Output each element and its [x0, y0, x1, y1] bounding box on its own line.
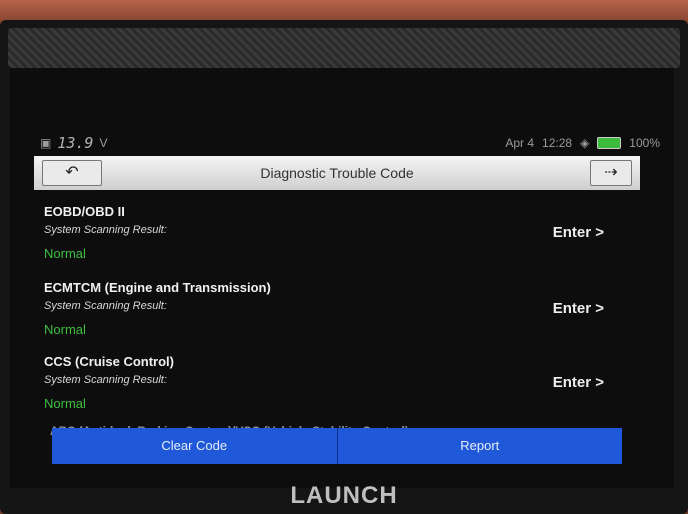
system-status: Normal — [44, 396, 86, 411]
enter-button[interactable]: Enter > — [553, 300, 604, 317]
time-text: 12:28 — [542, 136, 573, 150]
page-title: Diagnostic Trouble Code — [260, 165, 414, 181]
report-button[interactable]: Report — [338, 428, 623, 464]
enter-button[interactable]: Enter > — [553, 374, 604, 391]
clear-code-button[interactable]: Clear Code — [52, 428, 337, 464]
system-subtitle: System Scanning Result: — [44, 300, 167, 312]
action-bar: Clear Code Report — [52, 428, 622, 464]
list-item-ecmtcm[interactable]: ECMTCM (Engine and Transmission) System … — [44, 280, 634, 337]
exit-icon: ⇢ — [604, 164, 618, 181]
system-name: ECMTCM (Engine and Transmission) — [44, 280, 271, 295]
system-name: CCS (Cruise Control) — [44, 354, 174, 369]
car-battery-icon: ▣ — [40, 136, 52, 150]
enter-button[interactable]: Enter > — [553, 224, 604, 241]
system-status: Normal — [44, 322, 86, 337]
status-right: Apr 4 12:28 ◈ 100% — [505, 136, 660, 150]
voltage-unit: V — [99, 136, 108, 150]
brand-logo: LAUNCH — [290, 482, 398, 509]
battery-percent: 100% — [629, 136, 660, 150]
date-text: Apr 4 — [505, 136, 535, 150]
system-name: EOBD/OBD II — [44, 204, 125, 219]
system-status: Normal — [44, 246, 86, 261]
status-left: ▣ 13.9 V — [40, 134, 107, 152]
battery-icon — [597, 137, 622, 149]
title-bar: ↶ Diagnostic Trouble Code ⇢ — [34, 156, 640, 190]
wifi-icon: ◈ — [580, 136, 590, 150]
list-item-eobd[interactable]: EOBD/OBD II System Scanning Result: Norm… — [44, 204, 634, 261]
system-subtitle: System Scanning Result: — [44, 374, 167, 386]
speaker-grille — [8, 28, 680, 68]
voltage-value: 13.9 — [57, 134, 94, 152]
device-screen: ▣ 13.9 V Apr 4 12:28 ◈ 100% ↶ Diagnostic… — [10, 68, 674, 488]
exit-button[interactable]: ⇢ — [590, 160, 632, 186]
list-item-ccs[interactable]: CCS (Cruise Control) System Scanning Res… — [44, 354, 634, 411]
system-subtitle: System Scanning Result: — [44, 224, 167, 236]
status-bar: ▣ 13.9 V Apr 4 12:28 ◈ 100% — [10, 128, 674, 158]
